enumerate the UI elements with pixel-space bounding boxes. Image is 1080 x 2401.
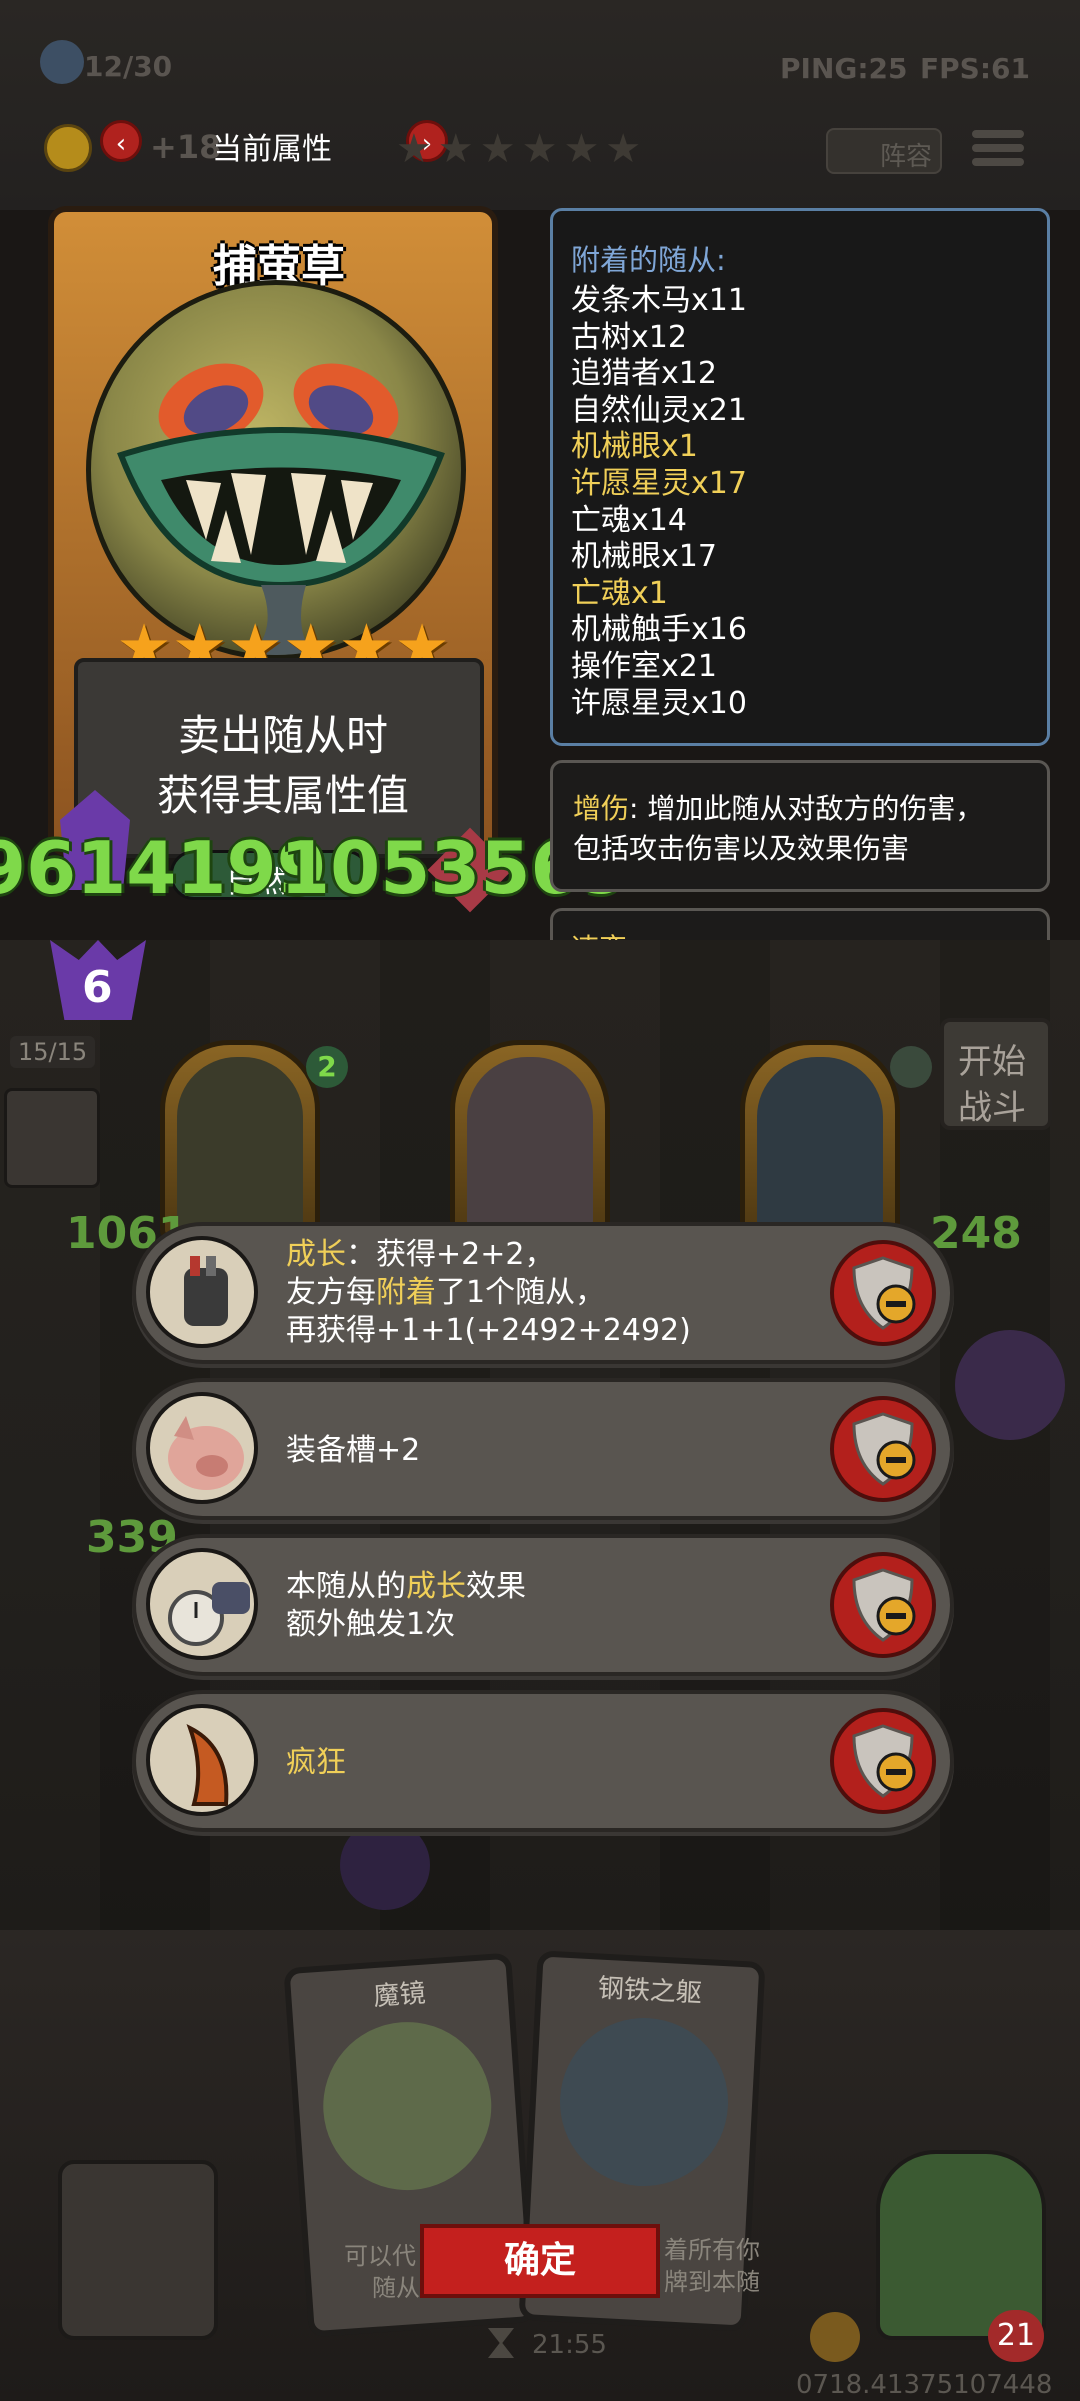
players-count: 12/30 — [84, 50, 173, 83]
unit-card: 捕萤草 ★★★★★★ 卖出随从时 获得其属性值 — [48, 206, 498, 858]
attached-minions-panel: 附着的随从: 发条木马x11 古树x12 追猎者x12 自然仙灵x21 机械眼x1 许愿星… — [550, 208, 1050, 746]
coin-icon — [810, 2312, 860, 2362]
gauntlet-icon — [146, 1236, 258, 1348]
attached-item: 亡魂x14 — [571, 502, 687, 538]
board-slot-rabbit[interactable] — [450, 1040, 610, 1240]
tier-stars: ★★★★★★ — [396, 126, 648, 172]
left-portrait[interactable] — [4, 1088, 100, 1188]
left-tower[interactable] — [58, 2160, 218, 2340]
level-value: 6 — [82, 962, 113, 1013]
gold-coin-icon — [44, 124, 92, 172]
footer-code: 0718.41375107448 — [796, 2370, 1053, 2400]
attached-item: 许愿星灵x17 — [571, 465, 747, 501]
ability-row-growth[interactable]: 成长：获得+2+2， 友方每附着了1个随从， 再获得+1+1(+2492+249… — [132, 1222, 954, 1364]
board-slot-knight[interactable] — [740, 1040, 900, 1240]
slot-badge: 2 — [306, 1046, 348, 1088]
keyword-info-panel: 增伤: 增加此随从对敌方的伤害， 包括攻击伤害以及效果伤害 — [550, 760, 1050, 892]
attached-item: 机械眼x17 — [571, 539, 717, 575]
panel-title: 当前属性 — [212, 132, 332, 167]
hero-health: 21 — [988, 2310, 1044, 2362]
hint-left-1: 可以代 — [344, 2242, 416, 2270]
growth-line-3: 再获得+1+1(+2492+2492) — [286, 1313, 691, 1348]
wrench-icon — [890, 1046, 932, 1088]
description-line-2: 获得其属性值 — [156, 771, 409, 820]
horn-icon — [146, 1704, 258, 1816]
shield-minus-icon — [852, 1724, 916, 1798]
description-line-1: 卖出随从时 — [177, 711, 388, 760]
prev-button[interactable]: ‹ — [100, 120, 142, 162]
flytrap-face-icon — [117, 363, 445, 655]
start-battle-button[interactable]: 开始 战斗 — [940, 1018, 1052, 1130]
start-battle-label-1: 开始 — [958, 1042, 1026, 1082]
board-number-right: 248 — [930, 1208, 1022, 1259]
growth-line-2: 友方每附着了1个随从， — [286, 1275, 606, 1310]
shop-card-2-name: 钢铁之躯 — [597, 1973, 703, 2009]
shield-minus-icon — [852, 1568, 916, 1642]
frenzy-text: 疯狂 — [286, 1745, 346, 1780]
lineup-label: 阵容 — [880, 142, 933, 172]
ability-row-extra-trigger[interactable]: 本随从的成长效果 额外触发1次 — [132, 1534, 954, 1676]
attached-item: 追猎者x12 — [571, 356, 717, 392]
ping-readout: PING:25 — [780, 52, 908, 85]
ability-row-slots[interactable]: 装备槽+2 — [132, 1378, 954, 1520]
rose-decoration — [955, 1330, 1065, 1440]
hint-left-2: 随从 — [372, 2274, 420, 2302]
remove-shield-button[interactable] — [830, 1240, 936, 1346]
hint-right-2: 牌到本随 — [664, 2268, 760, 2296]
attached-item: 机械触手x16 — [571, 612, 747, 648]
remove-shield-button[interactable] — [830, 1552, 936, 1658]
top-hud: 12/30 PING:25 FPS:61 +18 ‹ 当前属性 › ★★★★★★… — [0, 0, 1080, 210]
keyword-name: 增伤 — [573, 792, 630, 825]
attached-item: 自然仙灵x21 — [571, 392, 747, 428]
mirror-portrait — [317, 2016, 497, 2196]
hint-right-1: 着所有你 — [664, 2236, 760, 2264]
attack-value: 9614199 — [0, 826, 327, 910]
confirm-button[interactable]: 确定 — [420, 2224, 660, 2298]
growth-line-1: 成长：获得+2+2， — [286, 1237, 555, 1272]
attached-list: 发条木马x11 古树x12 追猎者x12 自然仙灵x21 机械眼x1 许愿星灵x17 亡魂x… — [571, 283, 1029, 722]
remove-shield-button[interactable] — [830, 1396, 936, 1502]
attached-item: 操作室x21 — [571, 648, 717, 684]
remove-shield-button[interactable] — [830, 1708, 936, 1814]
lineup-button[interactable]: 阵容 — [826, 128, 942, 174]
venus-flytrap-portrait — [86, 280, 466, 660]
gold-bonus: +18 — [150, 128, 222, 166]
players-icon — [40, 40, 84, 84]
attached-item: 亡魂x1 — [571, 575, 668, 611]
pocket-watch-icon — [146, 1548, 258, 1660]
extra-line-1: 本随从的成长效果 — [286, 1569, 526, 1604]
attached-item: 发条木马x11 — [571, 283, 747, 318]
attached-item: 许愿星灵x10 — [571, 685, 747, 721]
keyword-desc-2: 包括攻击伤害以及效果伤害 — [573, 832, 910, 865]
keyword-desc-1: : 增加此随从对敌方的伤害， — [629, 792, 984, 825]
slot-count: 15/15 — [10, 1036, 96, 1068]
shield-minus-icon — [852, 1412, 916, 1486]
menu-icon[interactable] — [972, 126, 1024, 172]
extra-line-2: 额外触发1次 — [286, 1607, 456, 1642]
slots-text: 装备槽+2 — [286, 1433, 421, 1468]
turn-timer: 21:55 — [532, 2330, 607, 2360]
rose-decoration — [340, 1820, 430, 1910]
attached-title: 附着的随从: — [571, 243, 726, 277]
attached-item: 古树x12 — [571, 319, 687, 355]
shop-card-1-name: 魔镜 — [372, 1978, 427, 2013]
attached-item: 机械眼x1 — [571, 429, 698, 465]
pig-icon — [146, 1392, 258, 1504]
start-battle-label-2: 战斗 — [958, 1088, 1026, 1128]
steel-portrait — [555, 2013, 733, 2191]
fps-readout: FPS:61 — [920, 52, 1030, 85]
shield-minus-icon — [852, 1256, 916, 1330]
ability-row-frenzy[interactable]: 疯狂 — [132, 1690, 954, 1832]
